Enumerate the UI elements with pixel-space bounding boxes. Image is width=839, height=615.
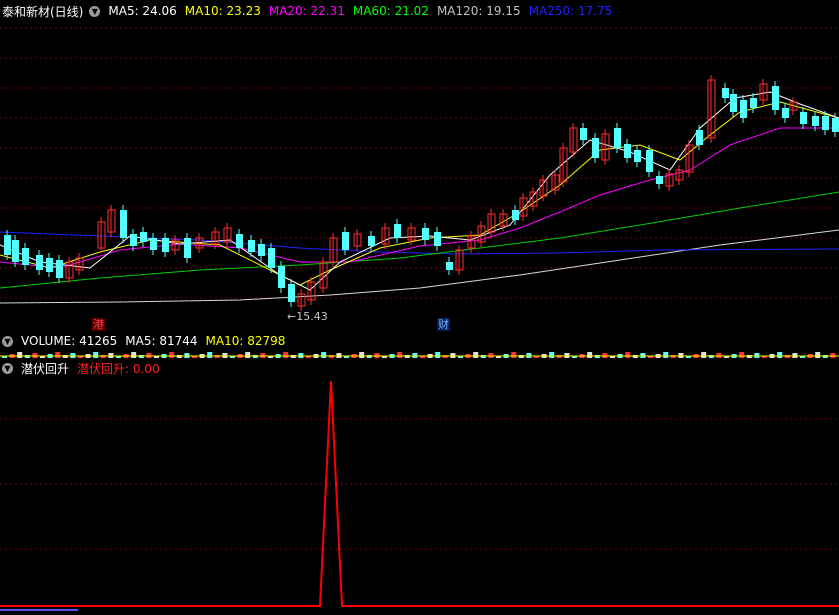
candle-body <box>832 118 839 132</box>
candle-body <box>740 100 747 118</box>
volume-pane[interactable]: ▼ VOLUME: 41265 MA5: 81744 MA10: 82798 <box>0 333 839 359</box>
candle-body <box>130 234 137 246</box>
volume-bar <box>207 352 213 358</box>
signal-line <box>0 380 839 607</box>
candle-body <box>730 94 737 112</box>
candle-body <box>120 210 127 238</box>
indicator-value: 潜伏回升: 0.00 <box>77 361 160 376</box>
ma20-label: MA20: 22.31 <box>268 4 345 18</box>
candle-body <box>46 258 53 272</box>
volume-bar <box>739 352 745 358</box>
candle-body <box>4 235 11 255</box>
candle-body <box>268 248 275 268</box>
indicator-header: ▼ 潜伏回升 潜伏回升: 0.00 <box>0 359 168 377</box>
volume-bar <box>283 352 289 358</box>
volume-bar <box>815 352 821 358</box>
kline-header: 泰和新材(日线) ▼ MA5: 24.06 MA10: 23.23 MA20: … <box>0 0 620 22</box>
volume-bar <box>473 352 479 358</box>
volume-bar <box>359 352 365 358</box>
candle-body <box>722 88 729 98</box>
candle-body <box>36 255 43 270</box>
stock-name: 泰和新材(日线) <box>2 4 84 19</box>
volume-bar <box>321 352 327 358</box>
candle-body <box>656 176 663 184</box>
candle-body <box>288 284 295 302</box>
volume-bar <box>93 352 99 358</box>
candle-body <box>184 238 191 258</box>
volume-bar <box>55 352 61 358</box>
low-price-label: ←15.43 <box>287 310 328 323</box>
chevron-down-icon[interactable]: ▼ <box>89 5 101 17</box>
indicator-chart[interactable] <box>0 359 839 615</box>
ma10-line <box>0 101 839 286</box>
candle-body <box>772 86 779 110</box>
candle-body <box>368 236 375 246</box>
candle-body <box>140 232 147 242</box>
ma120-line <box>0 229 839 304</box>
candle-body <box>812 116 819 126</box>
ma10-label: MA10: 23.23 <box>184 4 261 18</box>
volume-bar <box>131 352 137 358</box>
candle-body <box>512 210 519 220</box>
candle-body <box>782 108 789 118</box>
ma120-label: MA120: 19.15 <box>436 4 521 18</box>
chevron-down-icon[interactable]: ▼ <box>2 335 13 347</box>
volume-bar <box>17 352 23 358</box>
ma250-label: MA250: 17.75 <box>528 4 613 18</box>
volume-bar <box>587 352 593 358</box>
candle-body <box>258 244 265 256</box>
hk-marker[interactable]: 港 <box>92 318 105 331</box>
candle-body <box>12 240 19 262</box>
candle-body <box>646 150 653 172</box>
ma20-line <box>0 127 839 269</box>
indicator-title: 潜伏回升 <box>21 361 70 376</box>
candle-body <box>696 130 703 145</box>
candle-body <box>150 238 157 250</box>
candle-body <box>614 128 621 148</box>
candle-body <box>592 138 599 158</box>
candle-body <box>434 232 441 246</box>
candle-body <box>236 234 243 248</box>
chevron-down-icon[interactable]: ▼ <box>2 362 13 374</box>
finance-marker[interactable]: 财 <box>437 318 450 331</box>
ma5-label: MA5: 24.06 <box>108 4 177 18</box>
volume-bar <box>511 352 517 358</box>
candle-body <box>580 128 587 140</box>
volume-bar <box>435 352 441 358</box>
volume-bar <box>169 352 175 358</box>
candle-body <box>278 266 285 288</box>
kline-chart[interactable] <box>0 0 839 333</box>
indicator-pane[interactable]: ▼ 潜伏回升 潜伏回升: 0.00 <box>0 359 839 615</box>
volume-ma10-label: MA10: 82798 <box>205 334 286 348</box>
candle-body <box>394 224 401 238</box>
volume-bar <box>663 352 669 358</box>
ma60-label: MA60: 21.02 <box>352 4 429 18</box>
candle-body <box>800 112 807 124</box>
ma5-line <box>0 91 839 291</box>
volume-ma5-label: MA5: 81744 <box>125 334 198 348</box>
volume-header: ▼ VOLUME: 41265 MA5: 81744 MA10: 82798 <box>0 333 293 349</box>
candle-body <box>446 262 453 270</box>
volume-bar <box>701 352 707 358</box>
candle-body <box>162 238 169 252</box>
volume-bar <box>625 352 631 358</box>
volume-bar <box>777 352 783 358</box>
candle-body <box>342 232 349 250</box>
candle-body <box>422 228 429 240</box>
candle-body <box>248 240 255 252</box>
volume-bar <box>549 352 555 358</box>
candle-body <box>624 144 631 158</box>
kline-pane[interactable]: 泰和新材(日线) ▼ MA5: 24.06 MA10: 23.23 MA20: … <box>0 0 839 333</box>
volume-bar <box>397 352 403 358</box>
volume-bar <box>245 352 251 358</box>
candle-body <box>822 116 829 130</box>
candle-body <box>56 260 63 278</box>
volume-label: VOLUME: 41265 <box>21 334 118 348</box>
candle-body <box>634 150 641 162</box>
candle-body <box>750 98 757 108</box>
candle-body <box>22 248 29 265</box>
